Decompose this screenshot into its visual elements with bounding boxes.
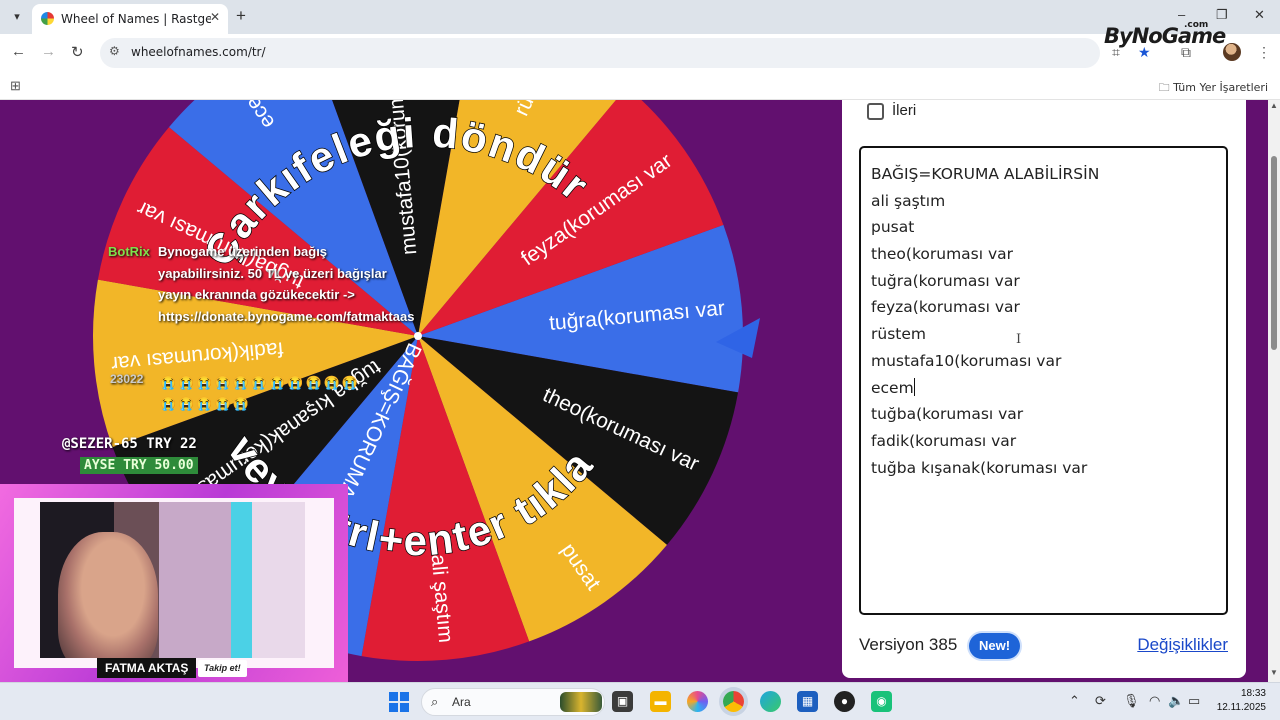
task-view-icon[interactable]: ▣ [612, 691, 633, 712]
forward-icon[interactable]: → [41, 43, 56, 60]
search-highlight-art-icon [560, 692, 602, 712]
chat-counter: 23022 [110, 372, 144, 386]
system-clock[interactable]: 18:33 12.11.2025 [1214, 687, 1266, 715]
name-entry: feyza(koruması var [871, 298, 1020, 317]
site-info-tune-icon[interactable]: ⚙ [109, 44, 120, 58]
wheel-favicon-icon [41, 12, 54, 25]
all-bookmarks-label: Tüm Yer İşaretleri [1173, 81, 1268, 94]
name-entry: rüstem [871, 325, 926, 344]
active-tab[interactable]: Wheel of Names | Rastgele ad ✕ [32, 4, 228, 34]
name-entry: tuğba kışanak(koruması var [871, 458, 1088, 477]
name-entry: mustafa10(koruması var [871, 351, 1062, 370]
folder-icon: 🗀 [1158, 81, 1170, 94]
page-content: tuğra(koruması var theo(koruması var pusat… [0, 100, 1268, 682]
sync-icon[interactable]: ⟳ [1095, 693, 1106, 709]
donation-line-2: AYSE TRY 50.00 [80, 457, 198, 474]
volume-icon[interactable]: 🔈 [1168, 693, 1184, 709]
name-entry: tuğba(koruması var [871, 405, 1024, 424]
names-textarea[interactable]: BAĞIŞ=KORUMA ALABİLİRSİN ali şaştım pusa… [859, 146, 1228, 615]
names-panel: İleri BAĞIŞ=KORUMA ALABİLİRSİN ali şaştı… [842, 100, 1246, 678]
page-scrollbar[interactable]: ▲ ▼ [1268, 100, 1280, 682]
address-bar[interactable]: ⚙ wheelofnames.com/tr/ [100, 38, 1100, 68]
title-bar: ▾ Wheel of Names | Rastgele ad ✕ + – ❐ ✕ [0, 0, 1280, 34]
name-entry: tuğra(koruması var [871, 271, 1020, 290]
bot-chat-message: BotRix Bynogame üzerinden bağış yapabili… [108, 241, 415, 327]
bot-name: BotRix [108, 244, 150, 259]
follow-badge: Takip et! [198, 660, 247, 677]
kick-app-icon[interactable]: ◉ [871, 691, 892, 712]
advanced-checkbox-label[interactable]: İleri [892, 102, 916, 119]
taskbar-search[interactable]: ⌕ Ara [421, 688, 605, 716]
wheel-center-dot [414, 332, 422, 340]
webcam-frame: FATMA AKTAŞ Takip et! [0, 484, 348, 682]
scroll-down-icon[interactable]: ▼ [1270, 668, 1278, 677]
wifi-icon[interactable]: ◠ [1149, 693, 1160, 709]
close-window-icon[interactable]: ✕ [1254, 7, 1265, 23]
restore-icon[interactable]: ❐ [1216, 7, 1228, 23]
profile-avatar-icon[interactable] [1223, 43, 1241, 61]
scroll-thumb[interactable] [1271, 156, 1277, 350]
tray-overflow-chevron-icon[interactable]: ⌃ [1069, 693, 1080, 709]
name-entry: BAĞIŞ=KORUMA ALABİLİRSİN [871, 165, 1100, 183]
clock-time: 18:33 [1240, 688, 1266, 699]
windows-taskbar: ⌕ Ara ▣ ▬ ▦ ● ◉ ⌃ ⟳ 🎙 ◠ 🔈 ▭ 18:33 12.11.… [0, 682, 1280, 720]
all-bookmarks-button[interactable]: 🗀 Tüm Yer İşaretleri [1159, 79, 1268, 98]
kebab-menu-icon[interactable]: ⋮ [1257, 44, 1271, 61]
name-entry-with-caret: ecem [871, 375, 1216, 402]
name-entry: ali şaştım [871, 191, 946, 210]
watermark-suffix: .com [1184, 20, 1209, 30]
streamer-face [58, 532, 158, 658]
name-entry: theo(koruması var [871, 245, 1014, 264]
chrome-icon[interactable] [723, 691, 744, 712]
donation-line-1: @SEZER-65 TRY 22 [62, 436, 197, 452]
webcam-video [40, 502, 305, 658]
bookmarks-bar: ⊞ 🗀 Tüm Yer İşaretleri [0, 72, 1280, 100]
streamer-name: FATMA AKTAŞ [97, 658, 197, 678]
search-icon: ⌕ [431, 694, 439, 709]
start-windows-icon[interactable] [389, 692, 409, 712]
reload-icon[interactable]: ↻ [71, 43, 84, 61]
tab-title: Wheel of Names | Rastgele ad [61, 12, 211, 26]
advanced-checkbox[interactable] [867, 103, 884, 120]
text-caret [913, 377, 915, 396]
tab-search-chevron-down-icon[interactable]: ▾ [6, 7, 28, 27]
emote-row: 😭😭😭😭😭😭😭😭😭😭😭 😭😭😭😭😭 [160, 375, 361, 411]
name-entry: ecem [871, 378, 914, 397]
ibeam-cursor-icon: I [1016, 332, 1022, 347]
copilot-icon[interactable] [687, 691, 708, 712]
microphone-icon[interactable]: 🎙 [1123, 693, 1140, 709]
store-icon[interactable]: ▦ [797, 691, 818, 712]
name-entry: pusat [871, 218, 915, 237]
clock-date: 12.11.2025 [1216, 702, 1266, 713]
obs-icon[interactable]: ● [834, 691, 855, 712]
browser-toolbar: ← → ↻ ⚙ wheelofnames.com/tr/ ⌗ ★ ⧉ ⋮ [0, 34, 1280, 72]
bot-message: Bynogame üzerinden bağış yapabilirsiniz.… [158, 244, 415, 324]
changes-link[interactable]: Değişiklikler [1137, 635, 1228, 655]
bynogame-watermark: ByNoGame .com [1104, 20, 1226, 48]
webcam-inner [14, 498, 334, 668]
back-icon[interactable]: ← [11, 43, 26, 60]
url-text: wheelofnames.com/tr/ [131, 45, 266, 59]
battery-icon[interactable]: ▭ [1188, 693, 1200, 709]
apps-grid-icon[interactable]: ⊞ [10, 78, 21, 94]
scroll-up-icon[interactable]: ▲ [1270, 101, 1278, 110]
version-text: Versiyon 385 [859, 635, 958, 654]
new-badge[interactable]: New! [969, 633, 1021, 659]
name-entry: fadik(koruması var [871, 431, 1017, 450]
file-explorer-icon[interactable]: ▬ [650, 691, 671, 712]
tab-close-icon[interactable]: ✕ [210, 10, 220, 24]
taskbar-search-text: Ara [452, 695, 471, 709]
edge-icon[interactable] [760, 691, 781, 712]
new-tab-plus-icon[interactable]: + [236, 6, 246, 26]
